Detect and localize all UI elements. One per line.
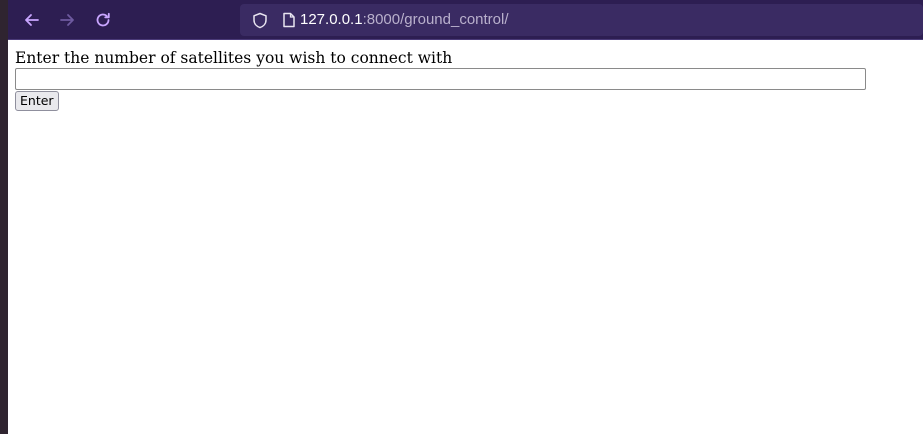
reload-icon	[96, 12, 110, 27]
browser-toolbar: 127.0.0.1:8000/ground_control/	[8, 0, 923, 40]
satellite-count-label: Enter the number of satellites you wish …	[15, 49, 453, 67]
arrow-right-icon	[60, 14, 74, 26]
page-icon[interactable]	[282, 12, 296, 28]
back-button[interactable]	[18, 8, 46, 32]
url-text[interactable]: 127.0.0.1:8000/ground_control/	[300, 11, 509, 28]
shield-icon[interactable]	[252, 12, 268, 29]
page-content: Enter the number of satellites you wish …	[8, 40, 923, 434]
satellite-count-input[interactable]	[15, 68, 866, 90]
desktop-edge	[0, 0, 8, 434]
forward-button[interactable]	[53, 8, 81, 32]
url-path: :8000/ground_control/	[362, 11, 509, 28]
reload-button[interactable]	[89, 8, 117, 32]
url-bar[interactable]: 127.0.0.1:8000/ground_control/	[240, 4, 923, 36]
enter-button[interactable]: Enter	[15, 91, 59, 111]
arrow-left-icon	[25, 14, 39, 26]
url-host: 127.0.0.1	[300, 11, 363, 28]
